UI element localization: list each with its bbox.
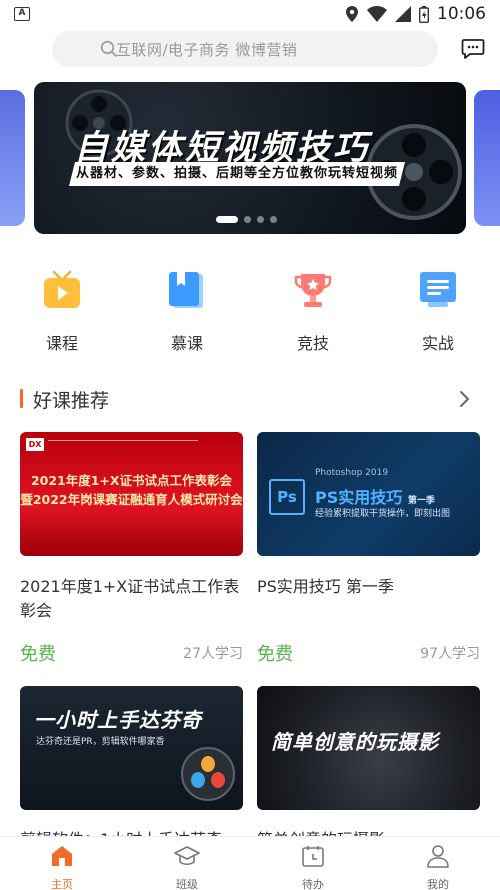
photoshop-icon: Ps <box>269 479 305 515</box>
message-icon[interactable] <box>461 38 485 60</box>
course-price: 免费 <box>20 644 56 665</box>
chevron-right-icon[interactable] <box>458 389 472 409</box>
course-title[interactable]: PS实用技巧 第一季 <box>257 575 482 599</box>
course-title[interactable]: 剪辑软件：1小时上手达芬奇 <box>20 828 245 836</box>
cover-logo: DX <box>26 438 44 451</box>
battery-icon <box>419 5 429 23</box>
user-icon <box>427 845 449 868</box>
trophy-icon <box>294 274 332 307</box>
carousel-dot[interactable] <box>244 216 251 223</box>
nav-class[interactable]: 班级 <box>162 843 212 890</box>
banner-subtitle: 从器材、参数、拍摄、后期等全方位教你玩转短视频 <box>75 166 398 181</box>
search-bar[interactable]: 互联网/电子商务 微博营销 <box>52 31 438 67</box>
category-contest[interactable]: 竞技 <box>283 270 343 354</box>
cover-episode: 第一季 <box>407 496 435 506</box>
calendar-icon <box>302 846 324 867</box>
course-title[interactable]: 简单创意的玩摄影 <box>257 828 482 836</box>
signal-icon <box>395 6 411 22</box>
graduation-cap-icon <box>174 846 200 866</box>
carousel-dot[interactable] <box>270 216 277 223</box>
nav-label: 班级 <box>176 878 198 890</box>
davinci-resolve-icon <box>181 747 235 801</box>
cover-headline: 2021年度1+X证书试点工作表彰会 <box>30 473 233 488</box>
section-title: 好课推荐 <box>33 390 110 412</box>
cover-brand: Photoshop 2019 <box>315 468 389 478</box>
app-notification-icon: A <box>14 7 30 21</box>
search-icon <box>100 40 117 57</box>
course-learners: 97人学习 <box>420 646 480 662</box>
book-icon <box>169 272 203 308</box>
course-price: 免费 <box>257 644 293 665</box>
document-icon <box>420 272 456 307</box>
banner-carousel[interactable]: 自媒体短视频技巧 从器材、参数、拍摄、后期等全方位教你玩转短视频 <box>34 82 466 234</box>
course-learners: 27人学习 <box>183 646 243 662</box>
category-label: 竞技 <box>296 334 329 353</box>
banner-subtitle-box: 从器材、参数、拍摄、后期等全方位教你玩转短视频 <box>69 162 405 186</box>
nav-home[interactable]: 主页 <box>37 843 87 890</box>
nav-label: 待办 <box>302 878 324 890</box>
search-input[interactable]: 互联网/电子商务 微博营销 <box>116 39 297 60</box>
cover-headline: 一小时上手达芬奇 <box>34 708 202 732</box>
banner-next-slide[interactable] <box>474 90 500 226</box>
cover-headline: PS实用技巧 第一季 <box>315 484 435 508</box>
carousel-dot-active[interactable] <box>216 216 238 223</box>
cover-header-line <box>48 440 198 448</box>
banner-prev-slide[interactable] <box>0 90 25 226</box>
category-label: 慕课 <box>170 334 203 353</box>
carousel-indicator <box>216 216 277 223</box>
wifi-icon <box>367 6 387 22</box>
cover-tagline: 经验累积提取干货操作，即刻出图 <box>315 509 451 519</box>
course-cover[interactable]: DX 2021年度1+X证书试点工作表彰会 暨2022年岗课赛证融通育人模式研讨… <box>20 432 243 556</box>
nav-label: 主页 <box>51 878 73 890</box>
carousel-dot[interactable] <box>257 216 264 223</box>
cover-tagline: 达芬奇还是PR，剪辑软件哪家香 <box>36 737 165 747</box>
course-title[interactable]: 2021年度1+X证书试点工作表彰会 <box>20 575 245 623</box>
category-label: 课程 <box>45 334 78 353</box>
course-cover[interactable]: 简单创意的玩摄影 <box>257 686 480 810</box>
status-indicators: 10:06 <box>345 4 486 24</box>
course-cover[interactable]: Photoshop 2019 Ps PS实用技巧 第一季 经验累积提取干货操作，… <box>257 432 480 556</box>
tv-icon <box>44 270 80 308</box>
category-mooc[interactable]: 慕课 <box>157 270 217 354</box>
nav-profile[interactable]: 我的 <box>413 843 463 890</box>
cover-headline: 简单创意的玩摄影 <box>271 730 439 754</box>
bottom-navigation: 主页 班级 待办 我的 <box>0 836 500 890</box>
nav-todo[interactable]: 待办 <box>288 843 338 890</box>
nav-label: 我的 <box>427 878 449 890</box>
clock: 10:06 <box>437 4 486 24</box>
status-bar: A 10:06 <box>0 0 500 28</box>
category-practice[interactable]: 实战 <box>408 270 468 354</box>
category-label: 实战 <box>421 334 454 353</box>
cover-subheadline: 暨2022年岗课赛证融通育人模式研讨会 <box>20 492 243 507</box>
location-icon <box>346 6 358 22</box>
section-accent-bar <box>20 389 23 408</box>
category-courses[interactable]: 课程 <box>32 270 92 354</box>
cover-heading: PS实用技巧 <box>315 488 403 507</box>
course-cover[interactable]: 一小时上手达芬奇 达芬奇还是PR，剪辑软件哪家香 <box>20 686 243 810</box>
home-icon <box>52 846 72 866</box>
